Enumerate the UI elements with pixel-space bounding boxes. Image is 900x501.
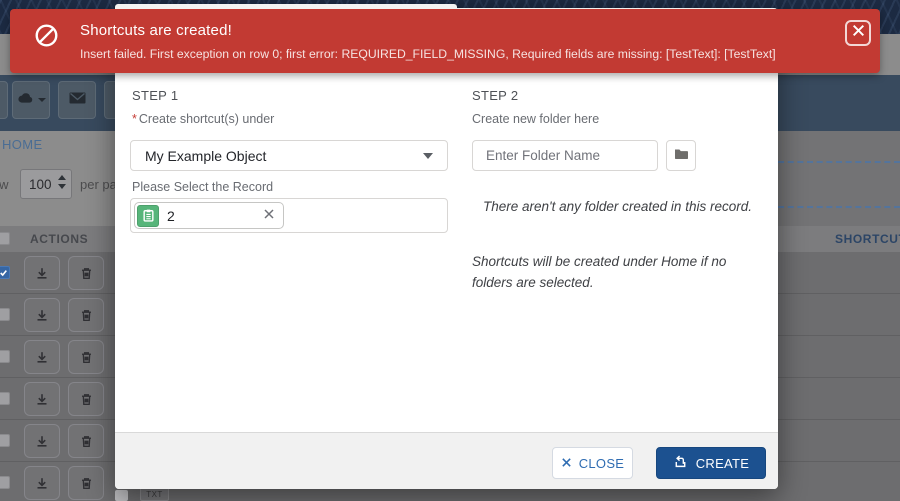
no-folder-note: There aren't any folder created in this … (483, 197, 765, 218)
file-type-badge: TXT (140, 487, 169, 501)
row-checkbox[interactable] (0, 308, 10, 321)
error-toast: Shortcuts are created! Insert failed. Fi… (10, 9, 880, 73)
remove-record-icon[interactable] (263, 207, 275, 225)
trash-button[interactable] (68, 256, 104, 290)
modal-footer: CLOSE CREATE (115, 432, 778, 489)
shortcut-column-header: SHORTCUT (835, 232, 900, 246)
close-x-icon (561, 456, 572, 471)
toast-close-button[interactable] (845, 20, 871, 46)
download-button[interactable] (24, 340, 60, 374)
select-all-checkbox[interactable] (0, 232, 10, 245)
dropdown-caret-icon (423, 153, 433, 159)
trash-button[interactable] (68, 298, 104, 332)
new-folder-label: Create new folder here (472, 112, 599, 126)
show-label: Show (0, 177, 9, 192)
actions-column-header: ACTIONS (30, 232, 88, 246)
modal-top-edge (115, 4, 457, 9)
dashed-divider (778, 161, 900, 163)
envelope-icon (69, 91, 86, 109)
cloud-download-button[interactable] (12, 81, 50, 119)
dashed-divider (778, 206, 900, 208)
download-button[interactable] (24, 382, 60, 416)
create-shortcut-modal: STEP 1 *Create shortcut(s) under My Exam… (115, 8, 778, 489)
row-checkbox[interactable] (0, 434, 10, 447)
row-checkbox[interactable] (0, 476, 10, 489)
row-checkbox[interactable] (0, 350, 10, 363)
step1-heading: STEP 1 (132, 88, 178, 103)
home-breadcrumb-link[interactable]: HOME (2, 137, 43, 152)
selected-object-value: My Example Object (145, 148, 423, 164)
record-icon (137, 205, 159, 227)
home-fallback-note: Shortcuts will be created under Home if … (472, 252, 767, 294)
trash-button[interactable] (68, 466, 104, 500)
record-select-field[interactable]: 2 (130, 198, 448, 233)
download-button[interactable] (24, 466, 60, 500)
download-button[interactable] (24, 424, 60, 458)
page-size-value: 100 (29, 177, 52, 192)
screen: HOME Show 100 per page ACTIONS SHORTCUT (0, 0, 900, 501)
required-asterisk: * (132, 112, 137, 126)
step2-heading: STEP 2 (472, 88, 518, 103)
selected-record-pill[interactable]: 2 (134, 202, 284, 229)
cloud-icon (16, 91, 35, 109)
step-up-icon[interactable] (58, 175, 66, 180)
chevron-down-icon (38, 98, 46, 102)
stepper-arrows[interactable] (58, 175, 66, 189)
toast-title: Shortcuts are created! (80, 22, 232, 39)
folder-icon (674, 147, 689, 165)
step-down-icon[interactable] (58, 184, 66, 189)
toolbar-button-partial[interactable] (0, 81, 8, 119)
dropzone-area (778, 131, 900, 226)
shortcut-under-select[interactable]: My Example Object (130, 140, 448, 171)
trash-button[interactable] (68, 424, 104, 458)
shortcut-under-label: *Create shortcut(s) under (132, 112, 274, 126)
toast-message: Insert failed. First exception on row 0;… (80, 47, 776, 61)
download-button[interactable] (24, 298, 60, 332)
record-pill-value: 2 (167, 208, 263, 224)
download-button[interactable] (24, 256, 60, 290)
partial-row-chip (115, 490, 128, 501)
trash-button[interactable] (68, 382, 104, 416)
close-button[interactable]: CLOSE (552, 447, 633, 479)
error-ban-icon (34, 23, 59, 53)
row-checkbox-checked[interactable] (0, 266, 10, 279)
trash-button[interactable] (68, 340, 104, 374)
folder-name-input[interactable] (472, 140, 658, 171)
close-icon (851, 23, 866, 43)
page-size-stepper[interactable]: 100 (20, 169, 72, 199)
add-folder-button[interactable] (666, 140, 696, 171)
create-shortcut-icon (673, 454, 688, 472)
record-select-label: Please Select the Record (132, 180, 273, 194)
row-checkbox[interactable] (0, 392, 10, 405)
create-button[interactable]: CREATE (656, 447, 766, 479)
email-button[interactable] (58, 81, 96, 119)
